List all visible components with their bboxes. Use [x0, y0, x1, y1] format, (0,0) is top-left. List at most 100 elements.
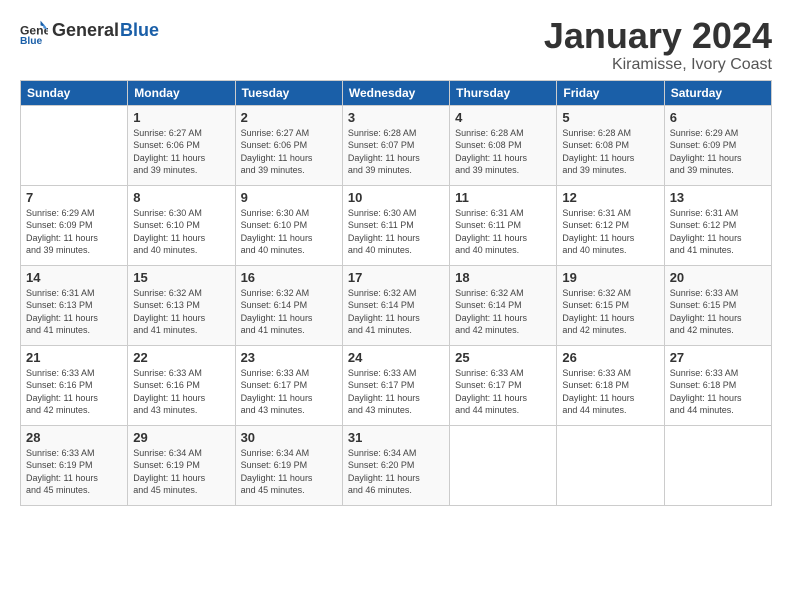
calendar-cell: 23Sunrise: 6:33 AM Sunset: 6:17 PM Dayli… — [235, 345, 342, 425]
calendar-cell: 25 Sunrise: 6:33 AM Sunset: 6:17 PM Dayli… — [450, 345, 557, 425]
calendar-cell: 4 Sunrise: 6:28 AM Sunset: 6:08 PM Daylig… — [450, 105, 557, 185]
calendar-cell: 3 Sunrise: 6:28 AM Sunset: 6:07 PM Daylig… — [342, 105, 449, 185]
day-number: 10 — [348, 190, 444, 205]
day-number: 31 — [348, 430, 444, 445]
day-info: Sunrise: 6:33 AM Sunset: 6:15 PM Dayligh… — [670, 287, 766, 337]
day-info: Sunrise: 6:32 AM Sunset: 6:14 PM Dayligh… — [455, 287, 551, 337]
day-info: Sunrise: 6:31 AM Sunset: 6:11 PM Dayligh… — [455, 207, 551, 257]
day-number: 26 — [562, 350, 658, 365]
day-info: Sunrise: 6:27 AM Sunset: 6:06 PM Dayligh… — [133, 127, 229, 177]
calendar-cell — [664, 425, 771, 505]
day-info: Sunrise: 6:33 AM Sunset: 6:19 PM Dayligh… — [26, 447, 122, 497]
calendar-cell: 13Sunrise: 6:31 AM Sunset: 6:12 PM Dayli… — [664, 185, 771, 265]
calendar-cell: 21 Sunrise: 6:33 AM Sunset: 6:16 PM Dayli… — [21, 345, 128, 425]
header-saturday: Saturday — [664, 80, 771, 105]
calendar-cell: 10 Sunrise: 6:30 AM Sunset: 6:11 PM Dayli… — [342, 185, 449, 265]
day-number: 29 — [133, 430, 229, 445]
day-number: 18 — [455, 270, 551, 285]
day-number: 3 — [348, 110, 444, 125]
svg-text:Blue: Blue — [20, 36, 43, 44]
day-number: 23 — [241, 350, 337, 365]
day-info: Sunrise: 6:32 AM Sunset: 6:13 PM Dayligh… — [133, 287, 229, 337]
day-info: Sunrise: 6:33 AM Sunset: 6:16 PM Dayligh… — [26, 367, 122, 417]
calendar-week-row: 21 Sunrise: 6:33 AM Sunset: 6:16 PM Dayli… — [21, 345, 772, 425]
day-info: Sunrise: 6:31 AM Sunset: 6:13 PM Dayligh… — [26, 287, 122, 337]
logo-general-text: General — [52, 20, 119, 41]
day-info: Sunrise: 6:32 AM Sunset: 6:15 PM Dayligh… — [562, 287, 658, 337]
day-number: 22 — [133, 350, 229, 365]
logo-blue-text: Blue — [120, 20, 159, 41]
day-number: 15 — [133, 270, 229, 285]
day-number: 21 — [26, 350, 122, 365]
day-info: Sunrise: 6:33 AM Sunset: 6:18 PM Dayligh… — [670, 367, 766, 417]
calendar-cell: 18 Sunrise: 6:32 AM Sunset: 6:14 PM Dayli… — [450, 265, 557, 345]
calendar-cell: 17Sunrise: 6:32 AM Sunset: 6:14 PM Dayli… — [342, 265, 449, 345]
calendar-cell: 26 Sunrise: 6:33 AM Sunset: 6:18 PM Dayli… — [557, 345, 664, 425]
day-info: Sunrise: 6:34 AM Sunset: 6:19 PM Dayligh… — [241, 447, 337, 497]
day-number: 27 — [670, 350, 766, 365]
calendar-cell: 7 Sunrise: 6:29 AM Sunset: 6:09 PM Daylig… — [21, 185, 128, 265]
day-number: 1 — [133, 110, 229, 125]
day-info: Sunrise: 6:27 AM Sunset: 6:06 PM Dayligh… — [241, 127, 337, 177]
calendar-week-row: 28 Sunrise: 6:33 AM Sunset: 6:19 PM Dayli… — [21, 425, 772, 505]
day-info: Sunrise: 6:30 AM Sunset: 6:10 PM Dayligh… — [133, 207, 229, 257]
day-number: 5 — [562, 110, 658, 125]
calendar-cell — [450, 425, 557, 505]
calendar-week-row: 7 Sunrise: 6:29 AM Sunset: 6:09 PM Daylig… — [21, 185, 772, 265]
day-info: Sunrise: 6:29 AM Sunset: 6:09 PM Dayligh… — [26, 207, 122, 257]
calendar-cell: 24 Sunrise: 6:33 AM Sunset: 6:17 PM Dayli… — [342, 345, 449, 425]
calendar-cell: 5Sunrise: 6:28 AM Sunset: 6:08 PM Daylig… — [557, 105, 664, 185]
day-number: 6 — [670, 110, 766, 125]
calendar-cell: 30Sunrise: 6:34 AM Sunset: 6:19 PM Dayli… — [235, 425, 342, 505]
month-title: January 2024 — [544, 16, 772, 56]
calendar-cell: 1 Sunrise: 6:27 AM Sunset: 6:06 PM Daylig… — [128, 105, 235, 185]
calendar-cell: 16Sunrise: 6:32 AM Sunset: 6:14 PM Dayli… — [235, 265, 342, 345]
day-number: 12 — [562, 190, 658, 205]
header: General Blue GeneralBlue January 2024 Ki… — [20, 16, 772, 74]
day-info: Sunrise: 6:33 AM Sunset: 6:17 PM Dayligh… — [348, 367, 444, 417]
calendar-cell: 31 Sunrise: 6:34 AM Sunset: 6:20 PM Dayli… — [342, 425, 449, 505]
day-info: Sunrise: 6:28 AM Sunset: 6:08 PM Dayligh… — [455, 127, 551, 177]
calendar-cell: 22Sunrise: 6:33 AM Sunset: 6:16 PM Dayli… — [128, 345, 235, 425]
title-block: January 2024 Kiramisse, Ivory Coast — [544, 16, 772, 74]
calendar-cell — [557, 425, 664, 505]
header-friday: Friday — [557, 80, 664, 105]
day-number: 14 — [26, 270, 122, 285]
day-number: 24 — [348, 350, 444, 365]
day-info: Sunrise: 6:30 AM Sunset: 6:11 PM Dayligh… — [348, 207, 444, 257]
day-number: 7 — [26, 190, 122, 205]
header-thursday: Thursday — [450, 80, 557, 105]
calendar-cell — [21, 105, 128, 185]
calendar-cell: 2 Sunrise: 6:27 AM Sunset: 6:06 PM Daylig… — [235, 105, 342, 185]
day-number: 9 — [241, 190, 337, 205]
calendar-cell: 9 Sunrise: 6:30 AM Sunset: 6:10 PM Daylig… — [235, 185, 342, 265]
calendar-cell: 20Sunrise: 6:33 AM Sunset: 6:15 PM Dayli… — [664, 265, 771, 345]
day-number: 2 — [241, 110, 337, 125]
calendar-cell: 28 Sunrise: 6:33 AM Sunset: 6:19 PM Dayli… — [21, 425, 128, 505]
day-info: Sunrise: 6:29 AM Sunset: 6:09 PM Dayligh… — [670, 127, 766, 177]
day-info: Sunrise: 6:30 AM Sunset: 6:10 PM Dayligh… — [241, 207, 337, 257]
day-info: Sunrise: 6:28 AM Sunset: 6:07 PM Dayligh… — [348, 127, 444, 177]
calendar-cell: 12Sunrise: 6:31 AM Sunset: 6:12 PM Dayli… — [557, 185, 664, 265]
day-info: Sunrise: 6:31 AM Sunset: 6:12 PM Dayligh… — [670, 207, 766, 257]
day-number: 17 — [348, 270, 444, 285]
day-info: Sunrise: 6:34 AM Sunset: 6:20 PM Dayligh… — [348, 447, 444, 497]
calendar-cell: 11 Sunrise: 6:31 AM Sunset: 6:11 PM Dayli… — [450, 185, 557, 265]
day-number: 19 — [562, 270, 658, 285]
day-number: 11 — [455, 190, 551, 205]
day-info: Sunrise: 6:33 AM Sunset: 6:17 PM Dayligh… — [455, 367, 551, 417]
day-number: 28 — [26, 430, 122, 445]
day-info: Sunrise: 6:34 AM Sunset: 6:19 PM Dayligh… — [133, 447, 229, 497]
header-wednesday: Wednesday — [342, 80, 449, 105]
day-number: 25 — [455, 350, 551, 365]
day-number: 8 — [133, 190, 229, 205]
calendar-cell: 8 Sunrise: 6:30 AM Sunset: 6:10 PM Daylig… — [128, 185, 235, 265]
calendar-week-row: 14 Sunrise: 6:31 AM Sunset: 6:13 PM Dayli… — [21, 265, 772, 345]
header-monday: Monday — [128, 80, 235, 105]
calendar-cell: 6 Sunrise: 6:29 AM Sunset: 6:09 PM Daylig… — [664, 105, 771, 185]
day-info: Sunrise: 6:32 AM Sunset: 6:14 PM Dayligh… — [241, 287, 337, 337]
day-info: Sunrise: 6:33 AM Sunset: 6:18 PM Dayligh… — [562, 367, 658, 417]
calendar-cell: 29 Sunrise: 6:34 AM Sunset: 6:19 PM Dayli… — [128, 425, 235, 505]
day-number: 4 — [455, 110, 551, 125]
logo-icon: General Blue — [20, 16, 48, 44]
